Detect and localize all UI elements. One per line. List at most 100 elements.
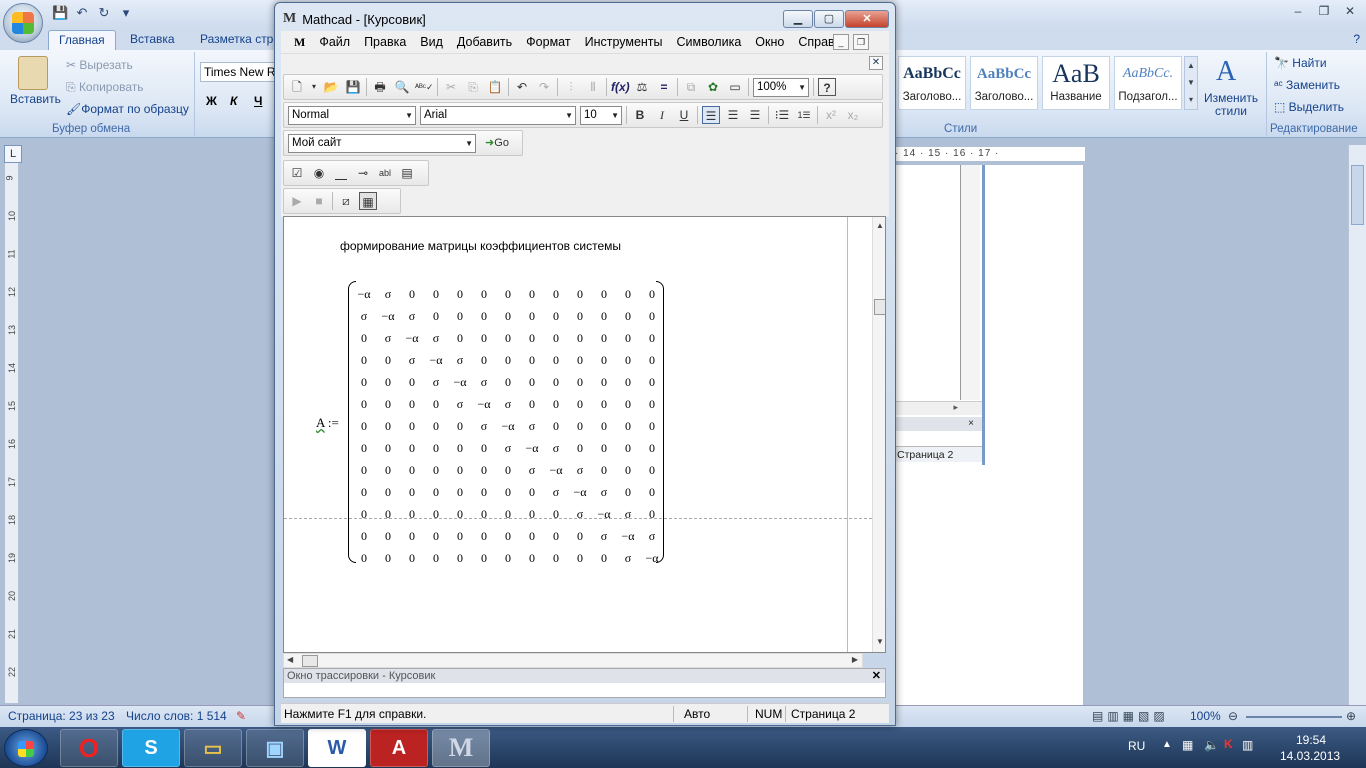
go-button[interactable]: ➜Go	[480, 134, 514, 152]
menu-view[interactable]: Вид	[413, 35, 450, 49]
clock-date[interactable]: 14.03.2013	[1280, 749, 1340, 763]
resource-center-icon[interactable]: ✿	[704, 78, 722, 96]
zoom-slider[interactable]	[1246, 716, 1342, 718]
italic-icon[interactable]: I	[653, 106, 671, 124]
url-combo[interactable]: Мой сайт ▼	[288, 133, 476, 153]
doc-restore-button[interactable]: ❐	[853, 34, 869, 50]
scroll-right-icon[interactable]: ▶	[852, 655, 858, 664]
find-button[interactable]: 🔭 Найти	[1274, 56, 1327, 70]
spellcheck-icon[interactable]: ᴬᴮᶜ✓	[415, 78, 434, 96]
italic-button[interactable]: К	[230, 94, 237, 108]
trace-window[interactable]: Окно трассировки - Курсовик ✕	[283, 668, 886, 698]
menu-file[interactable]: Файл	[312, 35, 357, 49]
close-icon[interactable]: ✕	[1338, 2, 1362, 20]
paste-icon[interactable]: 📋	[486, 78, 504, 96]
pdf-reader-taskbar-button[interactable]: A	[370, 729, 428, 767]
vertical-ruler[interactable]: 9 10 11 12 13 14 15 16 17 18 19 20 21 22	[5, 163, 19, 703]
tab-home[interactable]: Главная	[48, 30, 116, 50]
new-icon[interactable]: 🗋	[288, 78, 306, 96]
language-indicator[interactable]: RU	[1128, 739, 1145, 753]
zoom-in-icon[interactable]: ⊕	[1346, 709, 1356, 723]
word-vertical-scrollbar[interactable]	[1348, 145, 1366, 705]
menu-tools[interactable]: Инструменты	[578, 35, 670, 49]
skype-taskbar-button[interactable]: S	[122, 729, 180, 767]
print-preview-icon[interactable]: 🔍	[393, 78, 411, 96]
paste-button[interactable]: Вставить	[10, 92, 61, 106]
explorer-taskbar-button[interactable]: ▭	[184, 729, 242, 767]
horizontal-ruler[interactable]: · 14 · 15 · 16 · 17 ·	[893, 147, 1085, 161]
calculate-icon[interactable]: =	[655, 78, 673, 96]
office-button[interactable]	[3, 3, 43, 43]
matrix-definition-label[interactable]: A :=	[316, 415, 339, 431]
coefficient-matrix[interactable]: −α σ 0 0 0 0 0 0 0 0 0 0 0 σ −α σ 0 0 0 0 0 0 0 0 0 0 0 σ −α σ 0 0 0 0 0 0 0…	[348, 281, 664, 565]
maximize-icon[interactable]: ❐	[1312, 2, 1336, 20]
opera-taskbar-button[interactable]: O	[60, 729, 118, 767]
zoom-level[interactable]: 100%	[1190, 709, 1221, 723]
change-styles-button[interactable]: Изменить стили	[1204, 92, 1258, 118]
menu-insert[interactable]: Добавить	[450, 35, 519, 49]
copy-button[interactable]: ⎘ Копировать	[66, 80, 144, 95]
hscroll-thumb[interactable]	[302, 655, 318, 667]
copy-icon[interactable]: ⎘	[464, 78, 482, 96]
mathcad-taskbar-button[interactable]: M	[432, 729, 490, 767]
insert-region-icon[interactable]: ▭	[726, 78, 744, 96]
start-button[interactable]	[4, 729, 48, 767]
scroll-down-icon[interactable]: ▼	[876, 637, 884, 646]
font-name-combo[interactable]: Times New Ro	[200, 62, 276, 82]
maximize-button[interactable]: ▢	[814, 10, 844, 28]
new-dropdown-icon[interactable]: ▾	[310, 78, 318, 96]
worksheet[interactable]: формирование матрицы коэффициентов систе…	[283, 216, 886, 653]
undo-icon[interactable]: ↶	[513, 78, 531, 96]
scroll-left-icon[interactable]: ◀	[287, 655, 293, 664]
customize-qat-icon[interactable]: ▾	[118, 5, 134, 21]
superscript-icon[interactable]: x²	[822, 106, 840, 124]
stop-icon[interactable]: ■	[310, 192, 328, 210]
save-icon[interactable]: 💾	[344, 78, 362, 96]
step-icon[interactable]: ▶	[288, 192, 306, 210]
view-buttons[interactable]: ▤▥▦▧▨	[1092, 709, 1169, 723]
minimize-icon[interactable]: –	[1286, 2, 1310, 20]
styles-scroll[interactable]: ▲ ▼ ▾	[1184, 56, 1198, 110]
push-button-control-icon[interactable]: ⎽	[332, 164, 350, 182]
insert-function-icon[interactable]: f(x)	[611, 78, 630, 96]
menu-format[interactable]: Формат	[519, 35, 577, 49]
replace-button[interactable]: ᵃᶜ Заменить	[1274, 78, 1340, 92]
menu-edit[interactable]: Правка	[357, 35, 413, 49]
redo-icon[interactable]: ↻	[96, 5, 112, 21]
word-count[interactable]: Число слов: 1 514	[126, 709, 227, 723]
cut-icon[interactable]: ✂	[442, 78, 460, 96]
open-icon[interactable]: 📂	[322, 78, 340, 96]
redo-icon[interactable]: ↷	[535, 78, 553, 96]
underline-icon[interactable]: U	[675, 106, 693, 124]
underline-button[interactable]: Ч	[254, 94, 262, 108]
debug-mode-icon[interactable]: ▦	[359, 192, 377, 210]
trace-icon[interactable]: ⧄	[337, 192, 355, 210]
menu-symbolics[interactable]: Символика	[670, 35, 749, 49]
scroll-thumb[interactable]	[1351, 165, 1364, 225]
doc-minimize-button[interactable]: _	[833, 34, 849, 50]
radio-control-icon[interactable]: ◉	[310, 164, 328, 182]
numbering-icon[interactable]: 1☰	[795, 106, 813, 124]
style-title[interactable]: AaB Название	[1042, 56, 1110, 110]
proofing-icon[interactable]: ✎	[236, 709, 246, 723]
tab-insert[interactable]: Вставка	[120, 30, 185, 50]
subscript-icon[interactable]: x₂	[844, 106, 862, 124]
zoom-combo[interactable]: 100% ▼	[753, 77, 809, 97]
align-center-icon[interactable]: ☰	[724, 106, 742, 124]
bold-button[interactable]: Ж	[206, 94, 217, 108]
tab-selector[interactable]: L	[4, 145, 22, 163]
document-icon[interactable]: M	[287, 35, 312, 50]
style-combo[interactable]: Normal ▼	[288, 105, 416, 125]
scroll-thumb[interactable]	[874, 299, 885, 315]
print-icon[interactable]: 🖶	[371, 78, 389, 96]
listbox-control-icon[interactable]: ▤	[398, 164, 416, 182]
align-left-icon[interactable]: ☰	[702, 106, 720, 124]
style-heading2[interactable]: AaBbCc Заголово...	[970, 56, 1038, 110]
size-combo[interactable]: 10 ▼	[580, 105, 622, 125]
align-down-icon[interactable]: ⫴	[584, 78, 602, 96]
style-subtitle[interactable]: AaBbCc. Подзагол...	[1114, 56, 1182, 110]
network-icon[interactable]: ▦	[1182, 738, 1193, 752]
volume-icon[interactable]: 🔈	[1204, 738, 1219, 752]
save-icon[interactable]: 💾	[52, 5, 68, 21]
scroll-up-icon[interactable]: ▲	[876, 221, 884, 230]
